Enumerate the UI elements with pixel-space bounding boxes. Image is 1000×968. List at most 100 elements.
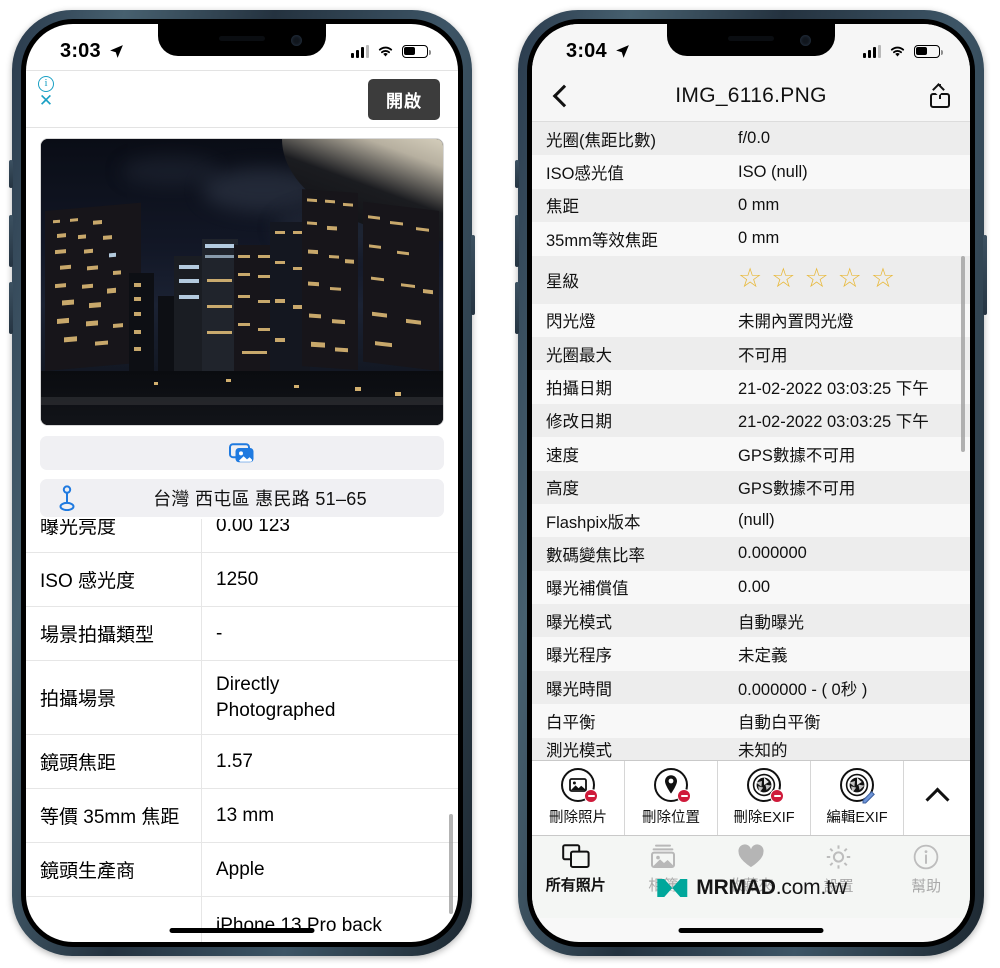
ad-banner-controls: i ✕ — [38, 76, 54, 109]
table-row-rating[interactable]: 星級 ☆ ☆ ☆ ☆ ☆ — [532, 255, 970, 304]
help-info-icon — [913, 844, 939, 869]
delete-exif-button[interactable]: 刪除EXIF — [718, 760, 811, 835]
table-row[interactable]: ISO感光值 ISO (null) — [532, 155, 970, 189]
table-row[interactable]: 閃光燈 未開內置閃光燈 — [532, 303, 970, 337]
albums-icon — [651, 844, 676, 868]
expand-actions-button[interactable] — [904, 761, 970, 835]
table-row[interactable]: 高度 GPS數據不可用 — [532, 470, 970, 504]
delete-location-icon — [654, 768, 691, 804]
action-label: 編輯EXIF — [826, 810, 888, 827]
table-row[interactable]: Flashpix版本 (null) — [532, 503, 970, 538]
close-x-icon[interactable]: ✕ — [39, 92, 53, 109]
minus-badge — [584, 789, 598, 804]
table-cell-key: 光圈(焦距比數) — [546, 131, 656, 150]
mute-switch[interactable] — [9, 160, 13, 188]
star-rating[interactable]: ☆ ☆ ☆ ☆ ☆ — [738, 265, 956, 292]
table-cell-key: 光圈最大 — [546, 346, 612, 365]
table-row[interactable]: 光圈(焦距比數) f/0.0 — [532, 122, 970, 156]
volume-up-button[interactable] — [9, 215, 13, 267]
delete-location-button[interactable]: 刪除位置 — [625, 760, 718, 835]
table-cell-key: 高度 — [546, 480, 579, 499]
table-cell-value: 0.00 123 — [216, 519, 290, 536]
home-indicator[interactable] — [169, 928, 315, 933]
table-row[interactable]: 鏡頭型號 iPhone 13 Pro back triple camera 1.… — [26, 897, 458, 942]
table-cell-key: Flashpix版本 — [546, 513, 641, 532]
star-icon[interactable]: ☆ — [771, 265, 795, 292]
table-row[interactable]: 曝光時間 0.000000 - ( 0秒 ) — [532, 670, 970, 705]
power-button[interactable] — [983, 235, 987, 315]
table-row[interactable]: 拍攝日期 21-02-2022 03:03:25 下午 — [532, 370, 970, 404]
action-label: 刪除照片 — [549, 810, 607, 827]
star-icon[interactable]: ☆ — [738, 265, 762, 292]
ad-open-button[interactable]: 開啟 — [368, 78, 440, 120]
table-cell-key: 星級 — [546, 272, 579, 291]
table-row[interactable]: 數碼變焦比率 0.000000 — [532, 537, 970, 571]
table-cell-value: f/0.0 — [738, 129, 771, 148]
photo-preview[interactable] — [40, 138, 444, 426]
table-cell-value: 21-02-2022 03:03:25 下午 — [738, 380, 929, 399]
photo-stack-icon — [229, 442, 254, 462]
settings-gear-icon — [826, 845, 851, 869]
table-cell-value: 0 mm — [738, 229, 780, 248]
status-indicators — [351, 44, 431, 58]
share-icon[interactable] — [930, 82, 950, 108]
table-cell-key: 鏡頭型號 — [26, 897, 202, 942]
table-cell-value: ☆ ☆ ☆ ☆ ☆ — [738, 265, 956, 292]
table-cell-value: Directly Photographed — [216, 674, 336, 721]
info-circle-icon[interactable]: i — [38, 76, 54, 92]
table-row[interactable]: 速度 GPS數據不可用 — [532, 437, 970, 471]
table-row-clipped: 曝光亮度 0.00 123 — [26, 519, 458, 553]
table-row[interactable]: 等價 35mm 焦距 13 mm — [26, 789, 458, 843]
tab-label: 所有照片 — [545, 876, 606, 894]
watermark-text: MRMAD.com.tw — [696, 876, 847, 899]
tab-all-photos[interactable]: 所有照片 — [532, 843, 620, 918]
table-row[interactable]: 鏡頭生產商 Apple — [26, 843, 458, 897]
exif-table-left: 曝光亮度 0.00 123 ISO 感光度 1250 場景拍攝類型 - 拍攝場景 — [26, 519, 458, 942]
table-row-clipped[interactable]: 測光模式 未知的 — [532, 737, 970, 760]
star-icon[interactable]: ☆ — [804, 265, 828, 292]
location-row[interactable]: 台灣 西屯區 惠民路 51–65 — [40, 479, 444, 517]
tab-help[interactable]: 幫助 — [882, 844, 970, 918]
delete-exif-icon — [747, 768, 784, 804]
front-camera — [291, 35, 302, 46]
table-row[interactable]: 場景拍攝類型 - — [26, 607, 458, 661]
photo-road — [41, 396, 443, 405]
star-icon[interactable]: ☆ — [838, 265, 862, 292]
table-row[interactable]: ISO 感光度 1250 — [26, 553, 458, 607]
table-cell-key: 35mm等效焦距 — [546, 231, 658, 250]
scrollbar-left[interactable] — [449, 814, 453, 914]
mute-switch[interactable] — [515, 160, 519, 188]
edit-exif-button[interactable]: 編輯EXIF — [811, 760, 904, 835]
table-cell-value: 自動曝光 — [738, 613, 804, 632]
page-title: IMG_6116.PNG — [675, 83, 827, 107]
table-row[interactable]: 35mm等效焦距 0 mm — [532, 222, 970, 256]
table-row[interactable]: 修改日期 21-02-2022 03:03:25 下午 — [532, 403, 970, 438]
status-time-group: 3:04 — [566, 40, 631, 63]
table-row[interactable]: 曝光模式 自動曝光 — [532, 604, 970, 638]
watermark: MRMAD.com.tw — [655, 876, 847, 900]
delete-photo-button[interactable]: 刪除照片 — [532, 760, 625, 835]
delete-photo-icon — [561, 768, 598, 804]
table-cell-key: 曝光時間 — [546, 680, 612, 699]
table-row[interactable]: 鏡頭焦距 1.57 — [26, 735, 458, 789]
table-row[interactable]: 曝光補償值 0.00 — [532, 570, 970, 605]
table-row[interactable]: 拍攝場景 Directly Photographed — [26, 661, 458, 735]
power-button[interactable] — [471, 235, 475, 315]
scrollbar-right[interactable] — [961, 256, 965, 452]
volume-down-button[interactable] — [515, 282, 519, 334]
gallery-button[interactable] — [40, 436, 444, 470]
table-row[interactable]: 焦距 0 mm — [532, 188, 970, 223]
minus-badge — [677, 789, 691, 804]
home-indicator[interactable] — [678, 928, 824, 933]
table-row[interactable]: 白平衡 自動白平衡 — [532, 704, 970, 738]
table-cell-value: iPhone 13 Pro back triple camera 1.57mm … — [216, 914, 382, 942]
volume-up-button[interactable] — [515, 215, 519, 267]
volume-down-button[interactable] — [9, 282, 13, 334]
table-row[interactable]: 光圈最大 不可用 — [532, 336, 970, 371]
star-icon[interactable]: ☆ — [871, 265, 895, 292]
table-cell-value: 0.000000 — [738, 544, 807, 563]
photo-building — [45, 202, 142, 371]
cellular-bars-icon — [351, 44, 369, 58]
table-cell-value: 未定義 — [738, 647, 788, 666]
table-row[interactable]: 曝光程序 未定義 — [532, 637, 970, 671]
